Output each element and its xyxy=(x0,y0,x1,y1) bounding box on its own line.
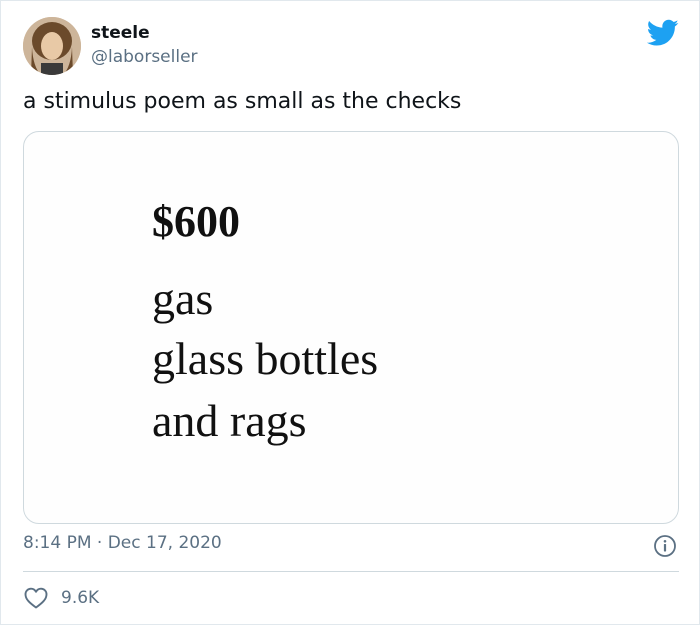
tweet-card: steele @laborseller a stimulus poem as s… xyxy=(0,0,700,625)
author-handle[interactable]: @laborseller xyxy=(91,47,198,67)
avatar[interactable] xyxy=(23,17,81,75)
meta-separator: · xyxy=(91,533,108,553)
tweet-date[interactable]: Dec 17, 2020 xyxy=(108,533,222,553)
poem-line: glass bottles xyxy=(152,333,379,384)
info-icon[interactable] xyxy=(653,534,677,558)
author-display-name[interactable]: steele xyxy=(91,23,150,43)
like-button[interactable]: 9.6K xyxy=(23,585,99,611)
poem-line: and rags xyxy=(152,395,307,446)
like-count: 9.6K xyxy=(61,588,100,608)
poem-title: $600 xyxy=(152,197,240,246)
heart-outline-icon[interactable] xyxy=(23,586,49,610)
tweet-timestamp[interactable]: 8:14 PM · Dec 17, 2020 xyxy=(23,533,222,553)
poem-image[interactable]: $600 gas glass bottles and rags xyxy=(23,131,679,524)
twitter-bird-icon[interactable] xyxy=(647,19,679,47)
poem-line: gas xyxy=(152,273,214,324)
tweet-time[interactable]: 8:14 PM xyxy=(23,533,92,553)
divider xyxy=(23,571,679,572)
tweet-text: a stimulus poem as small as the checks xyxy=(23,89,462,114)
